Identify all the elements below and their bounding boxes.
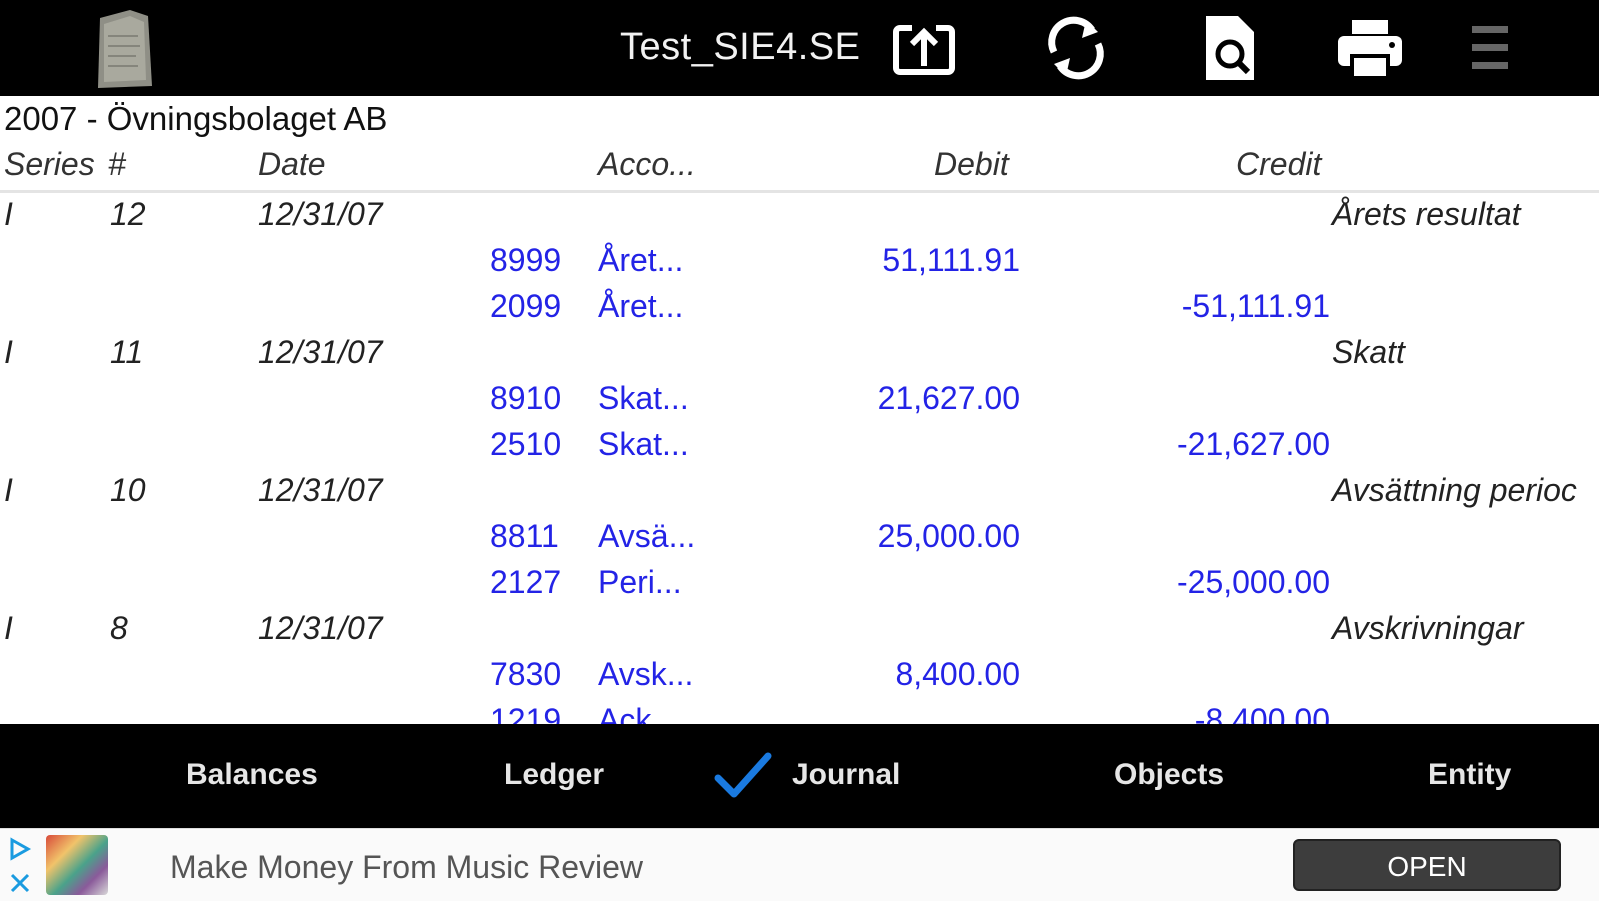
line-credit: -25,000.00 <box>1176 564 1330 600</box>
line-debit: 51,111.91 <box>882 242 1020 278</box>
entry-date: 12/31/07 <box>258 334 383 370</box>
bottom-tab-bar: Balances Ledger Journal Objects Entity <box>0 724 1599 828</box>
journal-list[interactable]: I 12 12/31/07 Årets resultat 8999 Året..… <box>0 194 1599 724</box>
column-header-debit[interactable]: Debit <box>934 146 1009 183</box>
column-header-credit[interactable]: Credit <box>1236 146 1321 183</box>
journal-entry-row[interactable]: I 8 12/31/07 Avskrivningar <box>0 610 1599 656</box>
line-account-number: 1219 <box>490 702 562 724</box>
entry-number: 10 <box>110 472 146 508</box>
entry-date: 12/31/07 <box>258 196 383 232</box>
journal-line-row[interactable]: 2127 Peri... -25,000.00 <box>0 564 1599 610</box>
tab-objects[interactable]: Objects <box>1114 758 1224 792</box>
line-account-number: 2510 <box>490 426 562 462</box>
file-title: Test_SIE4.SE <box>620 26 861 68</box>
line-account-name: Skat... <box>598 380 689 416</box>
ad-choices-icon[interactable] <box>8 837 32 861</box>
line-debit: 25,000.00 <box>877 518 1020 554</box>
sync-icon[interactable] <box>1040 12 1112 84</box>
ad-open-button[interactable]: OPEN <box>1293 839 1561 891</box>
line-account-name: Året... <box>598 288 684 324</box>
journal-line-row[interactable]: 8811 Avsä... 25,000.00 <box>0 518 1599 564</box>
line-account-name: Peri... <box>598 564 682 600</box>
export-icon[interactable] <box>888 12 960 84</box>
column-header-series[interactable]: Series <box>4 146 95 183</box>
tab-balances[interactable]: Balances <box>186 758 318 792</box>
ad-thumbnail[interactable] <box>46 835 108 895</box>
journal-line-row[interactable]: 2099 Året... -51,111.91 <box>0 288 1599 334</box>
line-debit: 21,627.00 <box>877 380 1020 416</box>
logo-stone-icon[interactable] <box>94 6 156 90</box>
line-account-number: 8999 <box>490 242 562 278</box>
line-account-number: 7830 <box>490 656 562 692</box>
line-credit: -8,400.00 <box>1194 702 1330 724</box>
column-header-number[interactable]: # <box>108 146 126 183</box>
tab-ledger[interactable]: Ledger <box>504 758 604 792</box>
line-debit: 8,400.00 <box>895 656 1020 692</box>
entry-description: Avskrivningar <box>1332 610 1524 646</box>
journal-line-row[interactable]: 8910 Skat... 21,627.00 <box>0 380 1599 426</box>
tab-entity[interactable]: Entity <box>1428 758 1511 792</box>
header-divider <box>0 190 1599 193</box>
entry-number: 8 <box>110 610 128 646</box>
entry-series: I <box>4 196 13 232</box>
entry-series: I <box>4 334 13 370</box>
tab-journal[interactable]: Journal <box>792 758 900 792</box>
checkmark-icon <box>712 744 774 806</box>
entry-number: 12 <box>110 196 146 232</box>
journal-entry-row[interactable]: I 11 12/31/07 Skatt <box>0 334 1599 380</box>
ad-banner[interactable]: Make Money From Music Review OPEN <box>0 828 1599 901</box>
column-header-date[interactable]: Date <box>258 146 326 183</box>
line-account-name: Ack... <box>598 702 679 724</box>
line-credit: -21,627.00 <box>1176 426 1330 462</box>
journal-line-row[interactable]: 1219 Ack... -8,400.00 <box>0 702 1599 724</box>
line-account-number: 2099 <box>490 288 562 324</box>
journal-line-row[interactable]: 8999 Året... 51,111.91 <box>0 242 1599 288</box>
close-icon[interactable] <box>8 871 32 895</box>
entry-number: 11 <box>110 334 144 370</box>
line-account-name: Avsk... <box>598 656 694 692</box>
menu-icon[interactable] <box>1454 12 1526 84</box>
ad-headline[interactable]: Make Money From Music Review <box>170 849 643 886</box>
journal-line-row[interactable]: 2510 Skat... -21,627.00 <box>0 426 1599 472</box>
line-account-number: 8811 <box>490 518 559 554</box>
line-account-name: Skat... <box>598 426 689 462</box>
journal-entry-row[interactable]: I 12 12/31/07 Årets resultat <box>0 196 1599 242</box>
line-account-number: 8910 <box>490 380 562 416</box>
top-toolbar: Test_SIE4.SE <box>0 0 1599 96</box>
entry-series: I <box>4 472 13 508</box>
entry-series: I <box>4 610 13 646</box>
entry-description: Skatt <box>1332 334 1405 370</box>
entry-date: 12/31/07 <box>258 610 383 646</box>
journal-entry-row[interactable]: I 10 12/31/07 Avsättning perioc <box>0 472 1599 518</box>
line-account-name: Året... <box>598 242 684 278</box>
entry-description: Årets resultat <box>1332 196 1521 232</box>
company-title: 2007 - Övningsbolaget AB <box>4 100 388 137</box>
column-header-account[interactable]: Acco... <box>598 146 696 183</box>
line-account-number: 2127 <box>490 564 562 600</box>
line-credit: -51,111.91 <box>1181 288 1330 324</box>
journal-line-row[interactable]: 7830 Avsk... 8,400.00 <box>0 656 1599 702</box>
search-document-icon[interactable] <box>1194 12 1266 84</box>
print-icon[interactable] <box>1334 12 1406 84</box>
line-account-name: Avsä... <box>598 518 696 554</box>
entry-date: 12/31/07 <box>258 472 383 508</box>
entry-description: Avsättning perioc <box>1332 472 1577 508</box>
